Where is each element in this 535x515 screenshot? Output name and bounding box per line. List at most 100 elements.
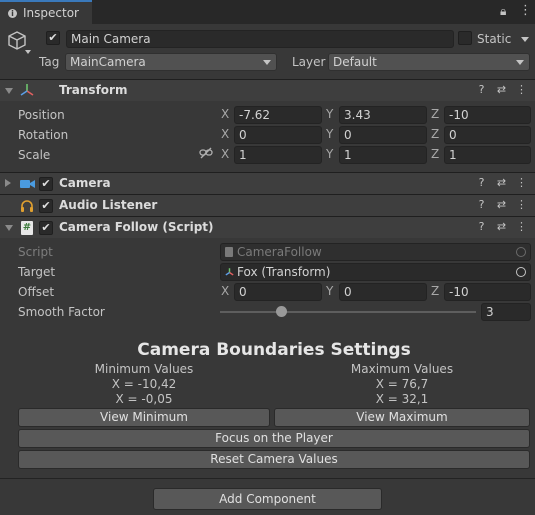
camera-header[interactable]: ✔ Camera ? ⇄ ⋮ <box>0 172 535 194</box>
reset-camera-button[interactable]: Reset Camera Values <box>18 450 530 469</box>
foldout-open-icon[interactable] <box>5 225 13 231</box>
script-file-icon <box>225 247 233 257</box>
max-x-value: X = 76,7 <box>375 377 429 391</box>
camera-title: Camera <box>59 176 111 190</box>
more-icon[interactable]: ⋮ <box>516 83 527 96</box>
target-field[interactable]: Fox (Transform) <box>220 263 531 281</box>
rotation-label: Rotation <box>18 128 69 142</box>
camera-follow-header[interactable]: # ✔ Camera Follow (Script) ? ⇄ ⋮ <box>0 216 535 238</box>
scale-y-field[interactable]: 1 <box>339 146 427 164</box>
offset-label: Offset <box>18 285 55 299</box>
axis-x-label[interactable]: X <box>221 127 229 141</box>
min-y-value: X = -0,05 <box>115 392 173 406</box>
axis-z-label[interactable]: Z <box>431 284 439 298</box>
view-minimum-button[interactable]: View Minimum <box>18 408 270 427</box>
target-label: Target <box>18 265 56 279</box>
more-icon[interactable]: ⋮ <box>516 220 527 233</box>
transform-header[interactable]: Transform ? ⇄ ⋮ <box>0 79 535 101</box>
foldout-open-icon[interactable] <box>5 88 13 94</box>
rotation-z-field[interactable]: 0 <box>444 126 531 144</box>
transform-title: Transform <box>59 83 128 97</box>
axis-z-label[interactable]: Z <box>431 107 439 121</box>
tag-label: Tag <box>39 55 60 69</box>
position-x-field[interactable]: -7.62 <box>234 106 322 124</box>
preset-icon[interactable]: ⇄ <box>496 176 507 189</box>
axis-x-label[interactable]: X <box>221 107 229 121</box>
position-z-field[interactable]: -10 <box>444 106 531 124</box>
rotation-x-field[interactable]: 0 <box>234 126 322 144</box>
boundaries-heading: Camera Boundaries Settings <box>137 340 411 360</box>
chevron-down-icon <box>516 60 524 65</box>
scale-x-field[interactable]: 1 <box>234 146 322 164</box>
help-icon[interactable]: ? <box>476 198 487 211</box>
lock-icon[interactable]: 🔒︎ <box>500 4 506 19</box>
position-y-field[interactable]: 3.43 <box>339 106 427 124</box>
max-title: Maximum Values <box>350 362 454 376</box>
axis-z-label[interactable]: Z <box>431 147 439 161</box>
offset-x-field[interactable]: 0 <box>234 283 322 301</box>
focus-player-button[interactable]: Focus on the Player <box>18 429 530 448</box>
smooth-factor-slider[interactable] <box>220 303 476 321</box>
object-picker-icon[interactable] <box>516 267 526 277</box>
rotation-y-field[interactable]: 0 <box>339 126 427 144</box>
layer-value: Default <box>333 55 377 69</box>
axis-y-label[interactable]: Y <box>326 127 333 141</box>
position-label: Position <box>18 108 65 122</box>
more-icon[interactable]: ⋮ <box>516 176 527 189</box>
axis-y-label[interactable]: Y <box>326 284 333 298</box>
layer-dropdown[interactable]: Default <box>328 53 530 71</box>
static-label: Static <box>477 32 512 46</box>
camera-enabled-checkbox[interactable]: ✔ <box>39 177 53 191</box>
static-checkbox[interactable] <box>458 31 472 45</box>
camera-icon <box>20 178 36 193</box>
axis-x-label[interactable]: X <box>221 284 229 298</box>
preset-icon[interactable]: ⇄ <box>496 220 507 233</box>
more-icon[interactable]: ⋮ <box>519 3 532 18</box>
tag-dropdown[interactable]: MainCamera <box>65 53 277 71</box>
audio-listener-header[interactable]: ✔ Audio Listener ? ⇄ ⋮ <box>0 194 535 216</box>
info-icon: i <box>8 8 17 18</box>
offset-z-field[interactable]: -10 <box>444 283 531 301</box>
static-dropdown-arrow[interactable] <box>521 37 529 42</box>
axis-z-label[interactable]: Z <box>431 127 439 141</box>
object-name-field[interactable]: Main Camera <box>66 30 454 48</box>
smooth-factor-label: Smooth Factor <box>18 305 105 319</box>
scale-z-field[interactable]: 1 <box>444 146 531 164</box>
min-x-value: X = -10,42 <box>111 377 177 391</box>
max-y-value: X = 32,1 <box>375 392 429 406</box>
target-value: Fox (Transform) <box>237 265 331 279</box>
offset-y-field[interactable]: 0 <box>339 283 427 301</box>
chevron-down-icon <box>263 60 271 65</box>
icon-dropdown-arrow[interactable] <box>25 50 31 54</box>
axis-x-label[interactable]: X <box>221 147 229 161</box>
tab-inspector[interactable]: i Inspector <box>0 0 92 24</box>
transform-icon <box>224 266 235 280</box>
preset-icon[interactable]: ⇄ <box>496 198 507 211</box>
script-enabled-checkbox[interactable]: ✔ <box>39 221 53 235</box>
more-icon[interactable]: ⋮ <box>516 198 527 211</box>
script-field: CameraFollow <box>220 243 531 261</box>
layer-label: Layer <box>292 55 326 69</box>
help-icon[interactable]: ? <box>476 220 487 233</box>
help-icon[interactable]: ? <box>476 83 487 96</box>
camera-follow-title: Camera Follow (Script) <box>59 220 214 234</box>
help-icon[interactable]: ? <box>476 176 487 189</box>
slider-track <box>220 311 476 313</box>
divider <box>0 478 535 479</box>
slider-thumb[interactable] <box>276 306 287 317</box>
scale-label: Scale <box>18 148 51 162</box>
audio-title: Audio Listener <box>59 198 158 212</box>
axis-y-label[interactable]: Y <box>326 147 333 161</box>
script-label: Script <box>18 245 53 259</box>
axis-y-label[interactable]: Y <box>326 107 333 121</box>
audio-enabled-checkbox[interactable]: ✔ <box>39 199 53 213</box>
add-component-button[interactable]: Add Component <box>153 488 382 510</box>
preset-icon[interactable]: ⇄ <box>496 83 507 96</box>
active-checkbox[interactable]: ✔ <box>46 31 60 45</box>
min-title: Minimum Values <box>94 362 194 376</box>
smooth-factor-field[interactable]: 3 <box>481 303 531 321</box>
foldout-closed-icon[interactable] <box>5 179 11 187</box>
view-maximum-button[interactable]: View Maximum <box>274 408 530 427</box>
tab-bar: i Inspector 🔒︎ ⋮ <box>0 0 535 24</box>
link-scale-icon[interactable] <box>199 147 213 162</box>
